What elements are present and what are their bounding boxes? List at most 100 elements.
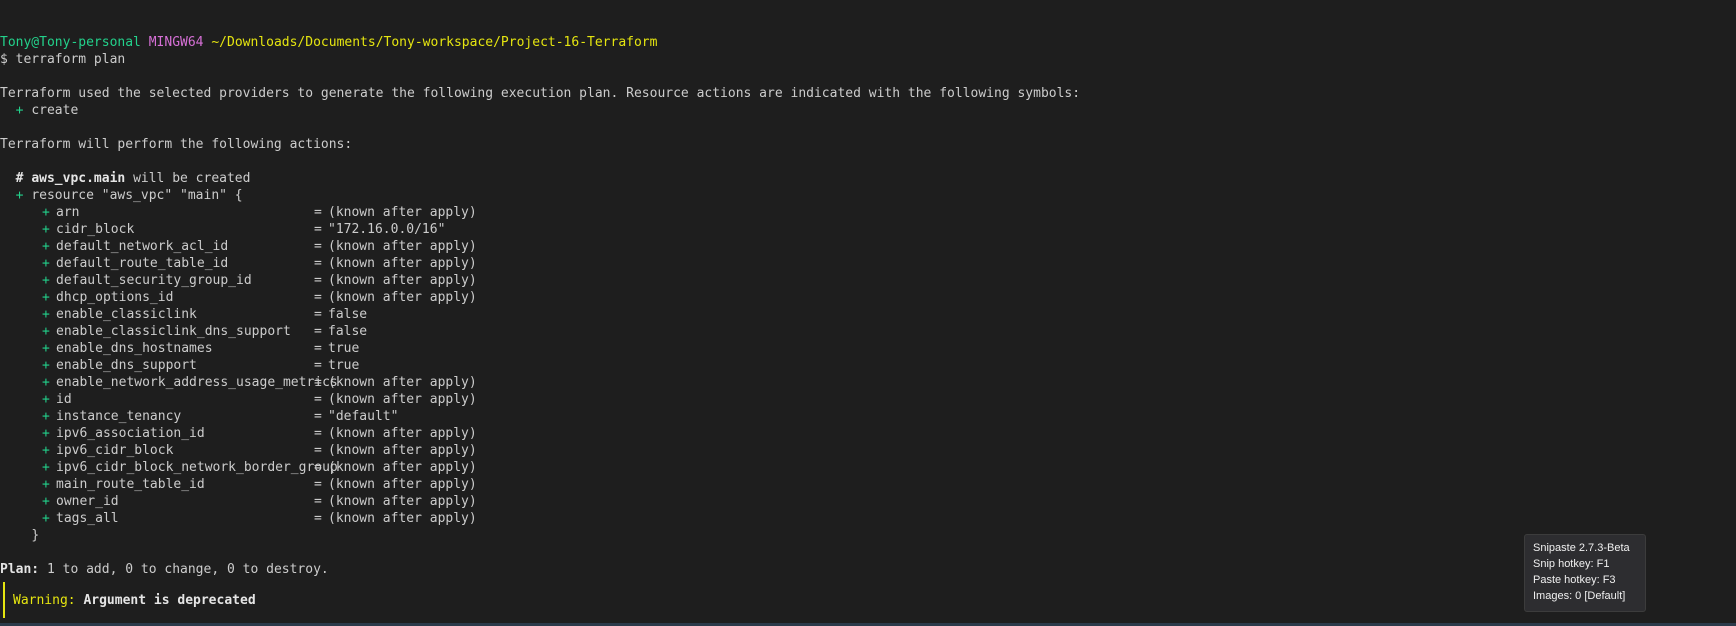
attribute-equals: = xyxy=(314,273,322,288)
attribute-equals: = xyxy=(314,375,322,390)
attribute-row: + enable_dns_support = true xyxy=(0,357,1736,374)
attribute-row: + enable_network_address_usage_metrics = (k… xyxy=(0,374,1736,391)
attribute-value: "default" xyxy=(328,409,399,424)
attribute-equals: = xyxy=(314,290,322,305)
attribute-equals: = xyxy=(314,239,322,254)
attribute-equals: = xyxy=(314,494,322,509)
intro-line: Terraform used the selected providers to… xyxy=(0,86,1081,101)
attribute-plus-symbol: + xyxy=(42,477,50,492)
comment-hash: # xyxy=(15,171,24,186)
attribute-name: ipv6_cidr_block xyxy=(56,443,174,458)
warning-text: Argument is deprecated xyxy=(83,593,256,608)
attribute-value: "172.16.0.0/16" xyxy=(328,222,446,237)
attribute-plus-symbol: + xyxy=(42,375,50,390)
attribute-value: (known after apply) xyxy=(328,256,477,271)
attribute-value: (known after apply) xyxy=(328,443,477,458)
attribute-plus-symbol: + xyxy=(42,358,50,373)
attribute-value: false xyxy=(328,307,368,322)
attribute-plus-symbol: + xyxy=(42,273,50,288)
attribute-row: + cidr_block = "172.16.0.0/16" xyxy=(0,221,1736,238)
attribute-value: (known after apply) xyxy=(328,511,477,526)
attribute-plus-symbol: + xyxy=(42,341,50,356)
attribute-equals: = xyxy=(314,392,322,407)
resource-header-text: resource "aws_vpc" "main" { xyxy=(31,188,243,203)
attribute-plus-symbol: + xyxy=(42,409,50,424)
attribute-name: arn xyxy=(56,205,80,220)
attribute-row: + enable_dns_hostnames = true xyxy=(0,340,1736,357)
attribute-value: (known after apply) xyxy=(328,273,477,288)
tooltip-snip-hotkey: Snip hotkey: F1 xyxy=(1533,558,1610,570)
tooltip-version: Snipaste 2.7.3-Beta xyxy=(1533,542,1630,554)
attribute-value: (known after apply) xyxy=(328,392,477,407)
attribute-row: + dhcp_options_id = (known after apply) xyxy=(0,289,1736,306)
attribute-plus-symbol: + xyxy=(42,426,50,441)
attribute-plus-symbol: + xyxy=(42,494,50,509)
terminal-output[interactable]: Tony@Tony-personal MINGW64 ~/Downloads/D… xyxy=(0,34,1736,626)
attribute-equals: = xyxy=(314,341,322,356)
snipaste-tooltip: Snipaste 2.7.3-Beta Snip hotkey: F1 Past… xyxy=(1524,534,1646,612)
attribute-row: + id = (known after apply) xyxy=(0,391,1736,408)
attribute-row: + ipv6_association_id = (known after apply) xyxy=(0,425,1736,442)
attribute-row: + enable_classiclink = false xyxy=(0,306,1736,323)
attribute-name: ipv6_cidr_block_network_border_group xyxy=(56,460,338,475)
resource-plus-symbol: + xyxy=(15,188,24,203)
attribute-plus-symbol: + xyxy=(42,222,50,237)
attribute-plus-symbol: + xyxy=(42,256,50,271)
attribute-row: + enable_classiclink_dns_support = false xyxy=(0,323,1736,340)
attribute-name: dhcp_options_id xyxy=(56,290,174,305)
attribute-row: + owner_id = (known after apply) xyxy=(0,493,1736,510)
attribute-plus-symbol: + xyxy=(42,307,50,322)
command-text: terraform plan xyxy=(15,52,126,67)
actions-line: Terraform will perform the following act… xyxy=(0,137,353,152)
attribute-row: + instance_tenancy = "default" xyxy=(0,408,1736,425)
prompt-line: Tony@Tony-personal MINGW64 ~/Downloads/D… xyxy=(0,34,1736,51)
prompt-path: ~/Downloads/Documents/Tony-workspace/Pro… xyxy=(211,35,658,50)
attribute-name: enable_dns_hostnames xyxy=(56,341,213,356)
attribute-plus-symbol: + xyxy=(42,205,50,220)
attribute-name: enable_classiclink xyxy=(56,307,197,322)
warning-label: Warning: xyxy=(13,593,76,608)
attribute-name: enable_dns_support xyxy=(56,358,197,373)
create-plus-symbol: + xyxy=(15,103,24,118)
attribute-equals: = xyxy=(314,460,322,475)
attribute-row: + tags_all = (known after apply) xyxy=(0,510,1736,527)
warning-box: Warning: Argument is deprecated xyxy=(0,582,1736,618)
attribute-row: + main_route_table_id = (known after apply) xyxy=(0,476,1736,493)
attribute-value: (known after apply) xyxy=(328,477,477,492)
comment-suffix: will be created xyxy=(133,171,251,186)
attribute-equals: = xyxy=(314,324,322,339)
attribute-plus-symbol: + xyxy=(42,392,50,407)
resource-address: aws_vpc.main xyxy=(31,171,126,186)
attribute-plus-symbol: + xyxy=(42,239,50,254)
plan-label: Plan: xyxy=(0,562,40,577)
tooltip-paste-hotkey: Paste hotkey: F3 xyxy=(1533,574,1616,586)
attribute-value: (known after apply) xyxy=(328,460,477,475)
attribute-name: default_security_group_id xyxy=(56,273,252,288)
command-line: $ terraform plan xyxy=(0,51,1736,68)
attribute-value: (known after apply) xyxy=(328,205,477,220)
attribute-row: + ipv6_cidr_block = (known after apply) xyxy=(0,442,1736,459)
attribute-name: owner_id xyxy=(56,494,119,509)
warning-bar xyxy=(3,582,5,618)
attribute-equals: = xyxy=(314,477,322,492)
attribute-value: true xyxy=(328,341,360,356)
attribute-value: false xyxy=(328,324,368,339)
attribute-equals: = xyxy=(314,409,322,424)
plan-summary-line: Plan: 1 to add, 0 to change, 0 to destro… xyxy=(0,561,1736,578)
attribute-name: cidr_block xyxy=(56,222,135,237)
attribute-value: (known after apply) xyxy=(328,239,477,254)
attribute-equals: = xyxy=(314,443,322,458)
prompt-user-host: Tony@Tony-personal xyxy=(0,35,141,50)
attribute-name: default_network_acl_id xyxy=(56,239,229,254)
attribute-plus-symbol: + xyxy=(42,460,50,475)
attribute-plus-symbol: + xyxy=(42,290,50,305)
create-label: create xyxy=(31,103,79,118)
attribute-equals: = xyxy=(314,307,322,322)
attribute-equals: = xyxy=(314,426,322,441)
resource-close: } xyxy=(0,527,1736,544)
attribute-plus-symbol: + xyxy=(42,443,50,458)
attribute-equals: = xyxy=(314,511,322,526)
